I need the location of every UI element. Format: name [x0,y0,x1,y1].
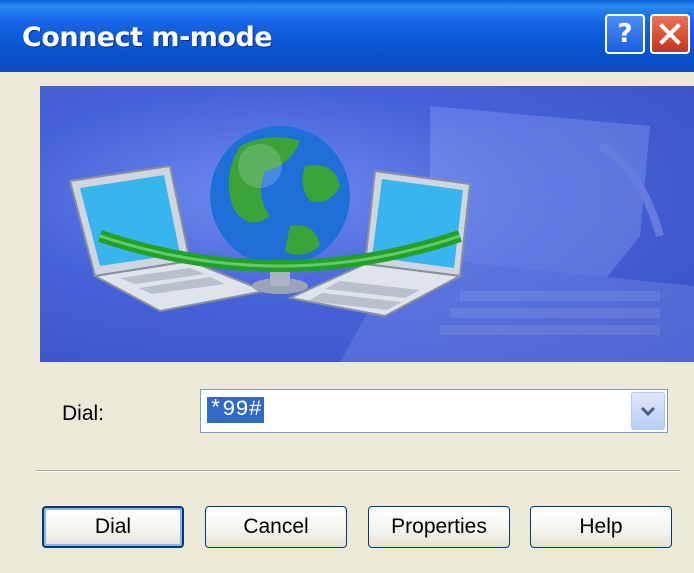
dial-number-combobox[interactable]: *99# [200,389,668,433]
dial-label: Dial: [62,402,105,425]
window-title: Connect m-mode [22,22,273,53]
help-dialog-button[interactable]: Help [530,506,672,548]
close-icon [659,23,681,45]
dropdown-button[interactable] [631,392,665,430]
dialog-window: Connect m-mode ? Dial: *99# Dial Cancel … [0,0,694,573]
network-banner-image [40,86,694,362]
network-illustration [68,106,694,362]
chevron-down-icon [640,406,656,417]
cancel-button[interactable]: Cancel [205,506,347,548]
title-bar[interactable]: Connect m-mode ? [0,0,694,72]
question-icon: ? [617,19,633,49]
dial-number-value[interactable]: *99# [207,397,264,423]
separator-line [36,470,680,472]
help-button[interactable]: ? [605,14,645,54]
dial-button[interactable]: Dial [42,506,184,548]
globe-icon [210,126,350,266]
close-button[interactable] [650,14,690,54]
properties-button[interactable]: Properties [368,506,510,548]
